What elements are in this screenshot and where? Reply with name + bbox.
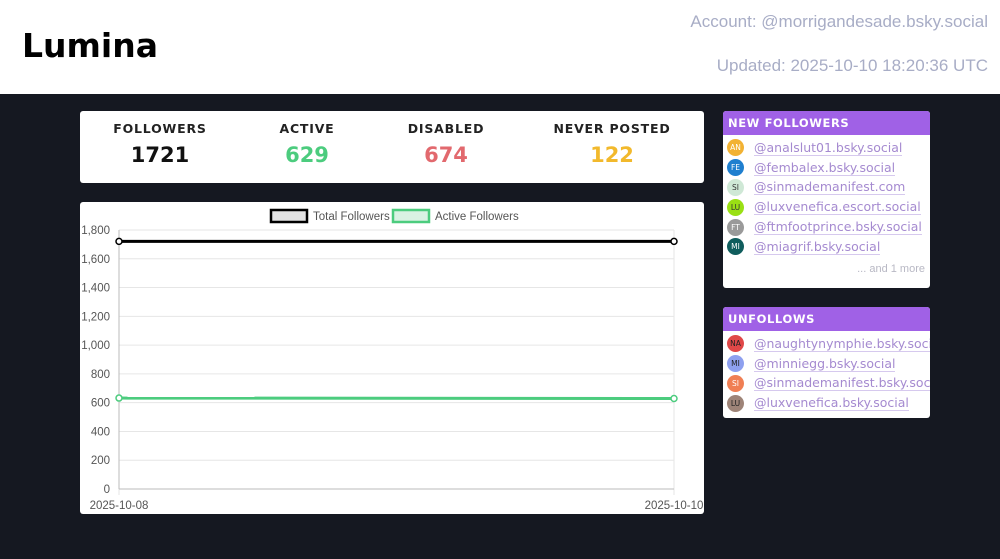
follower-chart-card: 0 200 400 600 800 1,000 1,200 1,400 1,600 1,800 20… [80,202,704,514]
y-tick-label: 600 [91,398,110,410]
new-followers-item: FE @fembalex.bsky.social [727,158,930,178]
y-tick-label: 1,800 [81,225,110,237]
updated-timestamp: Updated: 2025-10-10 18:20:36 UTC [716,56,988,75]
data-point [115,394,123,402]
app-header: Lumina Account: @morrigandesade.bsky.soc… [0,0,1000,94]
unfollows-title: UNFOLLOWS [723,307,930,331]
profile-link[interactable]: @sinmademanifest.bsky.social [754,375,930,392]
profile-link[interactable]: @sinmademanifest.com [754,179,906,196]
unfollows-item: LU @luxvenefica.bsky.social [727,393,930,413]
account-name: Account: @morrigandesade.bsky.social [690,12,988,31]
y-tick-label: 1,400 [81,283,110,295]
y-tick-label: 0 [104,484,110,496]
unfollows-item: SI @sinmademanifest.bsky.social [727,374,930,394]
follower-line-chart: 0 200 400 600 800 1,000 1,200 1,400 1,600 1,800 20… [81,208,704,512]
more-followers-note: ... and 1 more [857,262,925,275]
avatar: MI [727,355,744,373]
stat-followers: FOLLOWERS 1721 [80,111,240,167]
data-point [670,237,678,246]
y-tick-label: 1,200 [81,311,110,323]
stat-label: ACTIVE [279,121,335,136]
unfollows-list: NA @naughtynymphie.bsky.social MI @minniegg… [723,331,930,413]
avatar: LU [727,394,744,412]
account-meta: Account: @morrigandesade.bsky.social Upd… [690,12,988,76]
new-followers-panel: NEW FOLLOWERS AN @analslut01.bsky.social F… [723,111,930,288]
profile-link[interactable]: @analslut01.bsky.social [754,140,903,156]
avatar: SI [727,178,744,196]
profile-link[interactable]: @minniegg.bsky.social [754,356,896,372]
avatar: FT [727,218,744,236]
x-tick-label: 2025-10-08 [90,500,149,512]
avatar: MI [727,238,744,256]
stat-value: 122 [590,143,634,167]
stat-never-posted: NEVER POSTED 122 [532,111,692,167]
stat-value: 674 [424,143,468,167]
stat-label: NEVER POSTED [553,121,671,136]
y-tick-label: 1,000 [81,340,110,352]
new-followers-item: AN @analslut01.bsky.social [727,138,930,158]
app-title: Lumina [22,26,158,65]
stat-value: 629 [285,143,329,167]
profile-link[interactable]: @luxvenefica.bsky.social [754,395,909,412]
new-followers-list: AN @analslut01.bsky.social FE @fembalex.bsk… [723,135,930,257]
legend-label: Total Followers [313,211,390,223]
new-followers-item: SI @sinmademanifest.com [727,178,930,198]
new-followers-item: MI @miagrif.bsky.social [727,237,930,257]
avatar: FE [727,159,744,177]
avatar: NA [727,335,744,353]
stat-label: DISABLED [407,121,485,136]
unfollows-panel: UNFOLLOWS NA @naughtynymphie.bsky.social M… [723,307,930,418]
unfollows-item: MI @minniegg.bsky.social [727,354,930,374]
profile-link[interactable]: @ftmfootprince.bsky.social [754,219,922,236]
unfollows-item: NA @naughtynymphie.bsky.social [727,334,930,354]
new-followers-item: LU @luxvenefica.escort.social [727,197,930,217]
y-tick-label: 1,600 [81,254,110,266]
data-point [670,394,678,403]
avatar: SI [727,374,744,392]
stat-disabled: DISABLED 674 [366,111,526,167]
avatar: LU [727,198,744,216]
y-tick-label: 400 [91,426,110,438]
avatar: AN [727,139,744,157]
x-tick-label: 2025-10-10 [645,500,704,512]
stat-value: 1721 [130,143,190,167]
legend-label: Active Followers [435,211,519,223]
profile-link[interactable]: @naughtynymphie.bsky.social [754,336,930,352]
profile-link[interactable]: @fembalex.bsky.social [754,160,896,176]
stat-label: FOLLOWERS [113,121,207,136]
profile-link[interactable]: @luxvenefica.escort.social [754,199,921,216]
new-followers-title: NEW FOLLOWERS [723,111,930,135]
y-tick-label: 200 [91,455,110,467]
stats-card: FOLLOWERS 1721 ACTIVE 629 DISABLED 674 N… [80,111,704,183]
new-followers-item: FT @ftmfootprince.bsky.social [727,217,930,237]
stat-active: ACTIVE 629 [227,111,387,167]
profile-link[interactable]: @miagrif.bsky.social [754,239,881,255]
legend-swatch [269,208,309,224]
y-tick-label: 800 [91,369,110,381]
data-point [115,237,123,246]
legend-swatch [391,208,431,224]
